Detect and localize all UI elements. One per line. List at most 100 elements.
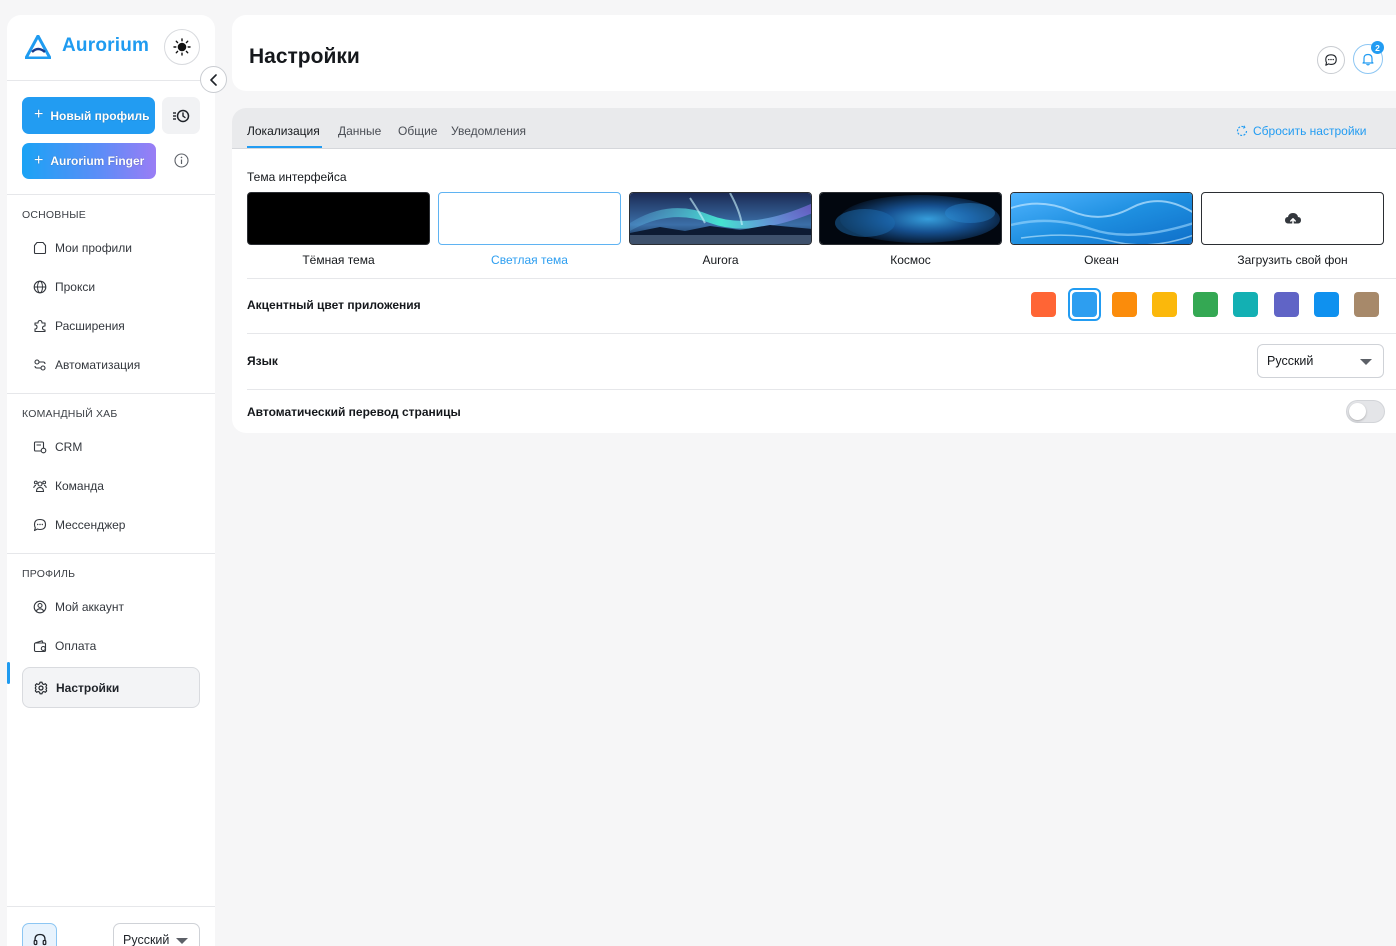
divider — [247, 389, 1396, 390]
sidebar-item-label: CRM — [55, 440, 83, 454]
user-circle-icon — [33, 600, 47, 614]
theme-name-aurora: Aurora — [702, 253, 739, 267]
sidebar-item-label: Прокси — [55, 280, 96, 294]
sidebar-item-my-profiles[interactable]: Мои профили — [22, 230, 200, 266]
sidebar-item-team[interactable]: Команда — [22, 468, 200, 504]
history-button[interactable] — [162, 97, 200, 134]
tab-localization[interactable]: Локализация — [247, 124, 320, 138]
language-select-sidebar[interactable]: Русский — [113, 923, 200, 946]
divider — [247, 278, 1396, 279]
language-value: Русский — [1267, 354, 1314, 368]
tab-data[interactable]: Данные — [338, 124, 381, 138]
sidebar-item-label: Настройки — [56, 680, 120, 695]
aurorium-finger-button[interactable]: + Aurorium Finger — [22, 143, 156, 179]
puzzle-icon — [34, 319, 46, 333]
section-title-main: ОСНОВНЫЕ — [22, 209, 86, 221]
reset-settings-label: Сбросить настройки — [1253, 124, 1367, 138]
accent-color-label: Акцентный цвет приложения — [247, 298, 421, 312]
theme-tile-ocean[interactable] — [1010, 192, 1193, 245]
sidebar-item-label: Мой аккаунт — [55, 600, 124, 614]
app-name: Aurorium — [62, 35, 150, 56]
accent-swatch-red-orange[interactable] — [1031, 292, 1056, 317]
auto-translate-toggle[interactable] — [1346, 400, 1385, 423]
reset-settings-button[interactable]: Сбросить настройки — [1236, 124, 1366, 138]
settings-panel: Локализация Данные Общие Уведомления Сбр… — [232, 108, 1396, 433]
toggle-knob — [1349, 403, 1366, 420]
info-icon[interactable] — [174, 153, 189, 168]
theme-name-space: Космос — [890, 253, 931, 267]
sidebar-item-payment[interactable]: Оплата — [22, 628, 200, 664]
sidebar-item-crm[interactable]: CRM — [22, 429, 200, 465]
settings-tabs: Локализация Данные Общие Уведомления Сбр… — [232, 108, 1396, 149]
box-icon — [33, 241, 47, 255]
accent-swatch-indigo[interactable] — [1274, 292, 1299, 317]
accent-swatch-brown[interactable] — [1354, 292, 1379, 317]
history-icon — [173, 109, 190, 122]
theme-tile-space[interactable] — [819, 192, 1002, 245]
sidebar: Aurorium + Новый профиль + Aurorium Fing… — [7, 15, 227, 946]
caret-down-icon — [176, 938, 188, 944]
accent-swatch-teal[interactable] — [1233, 292, 1258, 317]
caret-down-icon — [1360, 359, 1372, 365]
accent-swatch-blue[interactable] — [1072, 292, 1097, 317]
aurorium-logo-icon — [25, 35, 51, 59]
accent-swatch-orange[interactable] — [1112, 292, 1137, 317]
team-icon — [33, 480, 47, 493]
sidebar-item-my-account[interactable]: Мой аккаунт — [22, 589, 200, 625]
logo-row: Aurorium — [7, 15, 215, 81]
theme-tile-upload[interactable] — [1201, 192, 1384, 245]
theme-section-label: Тема интерфейса — [247, 170, 347, 184]
sidebar-item-settings[interactable]: Настройки — [22, 667, 200, 708]
section-title-profile: ПРОФИЛЬ — [22, 568, 76, 580]
active-nav-indicator — [7, 662, 10, 684]
sidebar-item-extensions[interactable]: Расширения — [22, 308, 200, 344]
notifications-badge: 2 — [1371, 41, 1384, 54]
theme-name-light: Светлая тема — [491, 253, 568, 267]
theme-name-upload: Загрузить свой фон — [1237, 253, 1348, 267]
globe-icon — [33, 280, 47, 294]
automation-icon — [34, 359, 46, 371]
page-header: Настройки 2 — [232, 15, 1396, 91]
sun-icon — [173, 38, 191, 56]
refresh-icon — [1236, 125, 1248, 137]
theme-tile-aurora[interactable] — [629, 192, 812, 245]
plus-icon: + — [34, 151, 44, 169]
sidebar-item-messenger[interactable]: Мессенджер — [22, 507, 200, 543]
aurorium-finger-label: Aurorium Finger — [50, 154, 145, 168]
aurora-wallpaper-image — [630, 193, 811, 244]
sidebar-item-proxy[interactable]: Прокси — [22, 269, 200, 305]
collapse-sidebar-button[interactable] — [200, 66, 227, 93]
theme-tile-light[interactable] — [438, 192, 621, 245]
tab-general[interactable]: Общие — [398, 124, 437, 138]
support-button[interactable] — [22, 923, 57, 946]
new-profile-label: Новый профиль — [50, 108, 150, 123]
accent-swatch-yellow[interactable] — [1152, 292, 1177, 317]
ocean-wallpaper-image — [1011, 193, 1192, 244]
theme-tile-dark[interactable] — [247, 192, 430, 245]
theme-name-ocean: Океан — [1084, 253, 1119, 267]
theme-toggle-button[interactable] — [164, 29, 200, 65]
gear-icon — [34, 681, 48, 694]
chat-icon — [1325, 54, 1337, 66]
language-label: Язык — [247, 354, 278, 368]
section-title-team-hub: КОМАНДНЫЙ ХАБ — [22, 408, 118, 420]
divider — [247, 333, 1396, 334]
divider — [7, 393, 215, 394]
sidebar-item-label: Расширения — [55, 319, 125, 333]
chat-icon — [33, 518, 47, 532]
language-select[interactable]: Русский — [1257, 344, 1384, 378]
sidebar-item-automation[interactable]: Автоматизация — [22, 347, 200, 383]
auto-translate-label: Автоматический перевод страницы — [247, 405, 461, 419]
page-title: Настройки — [249, 45, 360, 68]
space-wallpaper-image — [820, 193, 1001, 244]
new-profile-button[interactable]: + Новый профиль — [22, 97, 155, 134]
accent-swatch-azure[interactable] — [1314, 292, 1339, 317]
sidebar-item-label: Команда — [55, 479, 104, 493]
messages-button[interactable] — [1317, 46, 1345, 74]
plus-icon: + — [34, 106, 44, 123]
divider — [7, 906, 215, 907]
accent-swatch-green[interactable] — [1193, 292, 1218, 317]
crm-icon — [33, 441, 47, 454]
divider — [7, 194, 215, 195]
tab-notifications[interactable]: Уведомления — [451, 124, 526, 138]
